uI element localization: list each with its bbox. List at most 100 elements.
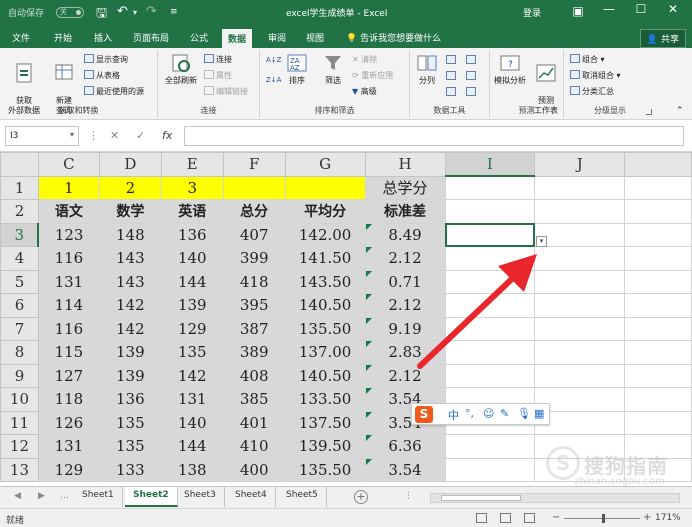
cell-f3[interactable]: 407 [222,222,286,247]
cell-c3[interactable]: 123 [37,222,100,247]
column-header-c[interactable]: C [37,152,100,177]
cell-f1[interactable] [222,175,286,200]
tell-me-box[interactable]: 💡 告诉我您想要做什么 [346,31,441,44]
save-icon[interactable]: 🖫 [96,4,107,26]
cell-h12[interactable]: 6.36 [364,434,446,459]
cell-j7[interactable] [534,316,626,341]
filter-button[interactable]: 筛选 [320,52,346,86]
sheet-tab-sheet2[interactable]: Sheet2 [125,487,178,507]
cell-g10[interactable]: 133.50 [284,387,366,412]
worksheet-grid[interactable]: C D E F G H I J 1 1 2 3 总学分 2 语文 数学 英语 总分 平均分 标准差 3 123 148 136… [0,152,692,486]
cell-c9[interactable]: 127 [37,363,100,388]
page-layout-view-icon[interactable] [500,513,511,523]
cell-e4[interactable]: 140 [160,246,224,271]
ime-punctuation[interactable]: °, [465,407,474,420]
cell-j1[interactable] [534,175,626,200]
column-header-h[interactable]: H [364,152,446,177]
cell-d8[interactable]: 139 [98,340,162,365]
login-link[interactable]: 登录 [523,6,541,19]
sheet-tab-sheet4[interactable]: Sheet4 [227,487,276,507]
cell-e12[interactable]: 144 [160,434,224,459]
maximize-icon[interactable]: ☐ [626,2,656,16]
cell-e9[interactable]: 142 [160,363,224,388]
outline-launcher-icon[interactable] [646,109,652,115]
cell-overflow[interactable] [624,387,692,412]
column-header-d[interactable]: D [98,152,162,177]
cell-h8[interactable]: 2.83 [364,340,446,365]
insert-function-icon[interactable]: fx [162,129,172,142]
cell-g11[interactable]: 137.50 [284,410,366,435]
row-header-11[interactable]: 11 [0,410,39,435]
cell-g7[interactable]: 135.50 [284,316,366,341]
cell-e8[interactable]: 135 [160,340,224,365]
cell-f12[interactable]: 410 [222,434,286,459]
cell-j9[interactable] [534,363,626,388]
clear-filter-button[interactable]: ✕ 清除 [352,54,377,65]
cell-f5[interactable]: 418 [222,269,286,294]
tab-review[interactable]: 审阅 [268,31,286,44]
cell-f7[interactable]: 387 [222,316,286,341]
cell-c5[interactable]: 131 [37,269,100,294]
cell-d9[interactable]: 139 [98,363,162,388]
recent-sources-button[interactable]: 最近使用的源 [84,86,144,97]
cell-d13[interactable]: 133 [98,457,162,482]
advanced-filter-button[interactable]: ▼ 高级 [352,86,377,97]
cell-c7[interactable]: 116 [37,316,100,341]
cell-e2[interactable]: 英语 [160,199,224,224]
cancel-entry-icon[interactable]: ✕ [110,129,119,142]
formula-input[interactable] [184,126,684,146]
row-header-12[interactable]: 12 [0,434,39,459]
tab-data[interactable]: 数据 [222,29,253,50]
cell-i5[interactable] [444,269,536,294]
redo-icon[interactable]: ↷ [146,4,157,19]
cell-f9[interactable]: 408 [222,363,286,388]
row-header-9[interactable]: 9 [0,363,39,388]
cell-e11[interactable]: 140 [160,410,224,435]
cell-g3[interactable]: 142.00 [284,222,366,247]
horizontal-scroll-thumb[interactable] [441,495,521,501]
row-header-10[interactable]: 10 [0,387,39,412]
cell-overflow[interactable] [624,293,692,318]
tab-page-layout[interactable]: 页面布局 [133,31,169,44]
sheet-tab-sheet5[interactable]: Sheet5 [278,487,327,507]
cell-i12[interactable] [444,434,536,459]
cell-e3[interactable]: 136 [160,222,224,247]
ime-chinese-mode[interactable]: 中 [448,407,459,423]
cell-e6[interactable]: 139 [160,293,224,318]
cell-d3[interactable]: 148 [98,222,162,247]
cell-e5[interactable]: 144 [160,269,224,294]
tab-view[interactable]: 视图 [306,31,324,44]
cell-i7[interactable] [444,316,536,341]
column-header-j[interactable]: J [534,152,626,177]
subtotal-button[interactable]: 分类汇总 [570,86,614,97]
cell-h7[interactable]: 9.19 [364,316,446,341]
cell-c11[interactable]: 126 [37,410,100,435]
cell-i13[interactable] [444,457,536,482]
prev-sheet-icon[interactable]: ◀ [14,491,21,501]
cell-d1[interactable]: 2 [98,175,162,200]
data-validation-icon[interactable] [446,87,458,97]
minimize-icon[interactable]: — [594,2,624,16]
cell-j6[interactable] [534,293,626,318]
cell-g1[interactable] [284,175,366,200]
row-header-1[interactable]: 1 [0,175,39,200]
tab-file[interactable]: 文件 [12,31,30,44]
row-header-2[interactable]: 2 [0,199,39,224]
name-box-dropdown-icon[interactable]: ▾ [70,130,74,139]
cell-c10[interactable]: 118 [37,387,100,412]
cell-i6[interactable] [444,293,536,318]
collapse-ribbon-icon[interactable]: ⌃ [676,106,684,116]
column-header-f[interactable]: F [222,152,286,177]
cell-g13[interactable]: 135.50 [284,457,366,482]
cell-g5[interactable]: 143.50 [284,269,366,294]
pen-icon[interactable]: ✎ [500,407,509,420]
cell-c6[interactable]: 114 [37,293,100,318]
undo-dropdown-icon[interactable]: ▾ [133,8,137,17]
emoji-icon[interactable]: ☺ [483,407,494,420]
horizontal-scrollbar[interactable] [430,493,680,503]
show-queries-button[interactable]: 显示查询 [84,54,128,65]
row-header-6[interactable]: 6 [0,293,39,318]
more-sheets-icon[interactable]: … [60,491,69,501]
cell-c8[interactable]: 115 [37,340,100,365]
group-button[interactable]: 组合 ▾ [570,54,605,65]
